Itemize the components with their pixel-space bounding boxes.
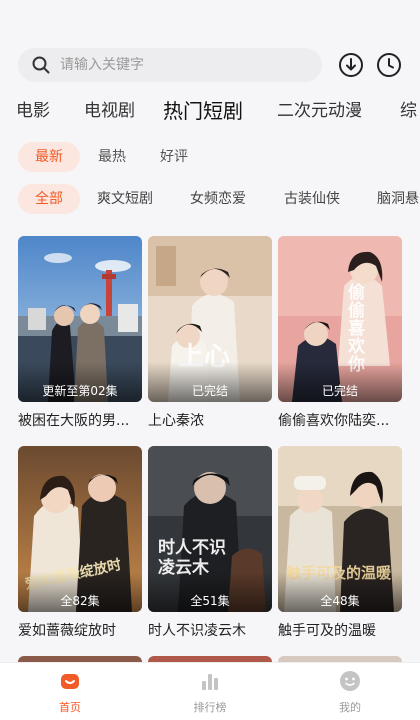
episode-status: 全82集 — [60, 594, 100, 608]
tab-movie[interactable]: 电影 — [16, 96, 50, 126]
sort-options: 最新 最热 好评 — [0, 142, 420, 174]
video-card[interactable]: 爱如蔷薇绽放时 全82集 爱如蔷薇绽放时 — [18, 446, 142, 640]
tab-hot-short-drama[interactable]: 热门短剧 — [163, 96, 243, 126]
category-all[interactable]: 全部 — [18, 184, 80, 214]
video-title[interactable]: 触手可及的温暖 — [278, 620, 402, 640]
tab-variety[interactable]: 综 — [400, 96, 417, 126]
video-poster[interactable]: 偷偷喜欢你 已完结 — [278, 236, 402, 402]
category-mystery[interactable]: 脑洞悬 — [377, 184, 419, 214]
search-box[interactable] — [18, 48, 322, 82]
category-costume-fantasy[interactable]: 古装仙侠 — [284, 184, 340, 214]
clock-icon[interactable] — [376, 52, 402, 78]
nav-home[interactable]: 首页 — [30, 669, 110, 715]
video-poster[interactable]: 更新至第02集 — [18, 236, 142, 402]
video-title[interactable]: 时人不识凌云木 — [148, 620, 272, 640]
sort-best-rated[interactable]: 好评 — [152, 142, 196, 172]
video-card[interactable]: 时人不识凌云木 全51集 时人不识凌云木 — [148, 446, 272, 640]
nav-ranking[interactable]: 排行榜 — [170, 669, 250, 715]
episode-status: 已完结 — [321, 384, 358, 398]
nav-ranking-label: 排行榜 — [193, 701, 227, 714]
sort-hottest[interactable]: 最热 — [90, 142, 134, 172]
video-card[interactable]: 上心 已完结 上心秦浓 — [148, 236, 272, 430]
category-filter: 全部 爽文短剧 女频恋爱 古装仙侠 脑洞悬 — [0, 184, 420, 216]
category-cool-drama[interactable]: 爽文短剧 — [97, 184, 153, 214]
video-card[interactable]: 更新至第02集 被困在大阪的男... — [18, 236, 142, 430]
video-poster[interactable]: 上心 已完结 — [148, 236, 272, 402]
video-poster[interactable]: 爱如蔷薇绽放时 全82集 — [18, 446, 142, 612]
video-poster[interactable]: 触手可及的温暖 全48集 — [278, 446, 402, 612]
nav-profile[interactable]: 我的 — [310, 669, 390, 715]
video-title[interactable]: 爱如蔷薇绽放时 — [18, 620, 142, 640]
episode-status: 全48集 — [320, 594, 360, 608]
poster-title-art: 偷偷喜欢你 — [348, 283, 365, 374]
video-card[interactable]: 偷偷喜欢你 已完结 偷偷喜欢你陆奕... — [278, 236, 402, 430]
video-title[interactable]: 上心秦浓 — [148, 410, 272, 430]
bar-chart-icon — [202, 674, 218, 690]
search-bar-row — [0, 46, 420, 86]
bottom-nav: 首页 排行榜 我的 — [0, 662, 420, 720]
nav-profile-label: 我的 — [339, 701, 361, 714]
episode-status: 全51集 — [190, 594, 230, 608]
home-icon — [61, 674, 79, 689]
tab-anime[interactable]: 二次元动漫 — [277, 96, 362, 126]
episode-status: 更新至第02集 — [42, 384, 118, 398]
search-icon — [32, 56, 50, 74]
main-tabs: 电影 电视剧 热门短剧 二次元动漫 综 — [0, 96, 420, 130]
video-card[interactable]: 触手可及的温暖 全48集 触手可及的温暖 — [278, 446, 402, 640]
video-poster[interactable]: 时人不识凌云木 全51集 — [148, 446, 272, 612]
category-romance[interactable]: 女频恋爱 — [190, 184, 246, 214]
video-title[interactable]: 被困在大阪的男... — [18, 410, 142, 430]
video-title[interactable]: 偷偷喜欢你陆奕... — [278, 410, 402, 430]
download-icon[interactable] — [338, 52, 364, 78]
app-screen: 电影 电视剧 热门短剧 二次元动漫 综 最新 最热 好评 全部 爽文短剧 女频恋… — [0, 0, 420, 720]
tab-tv-series[interactable]: 电视剧 — [84, 96, 135, 126]
user-face-icon — [340, 671, 360, 691]
sort-latest[interactable]: 最新 — [18, 142, 80, 172]
episode-status: 已完结 — [191, 384, 228, 398]
search-input[interactable] — [60, 57, 290, 73]
nav-home-label: 首页 — [59, 701, 81, 714]
